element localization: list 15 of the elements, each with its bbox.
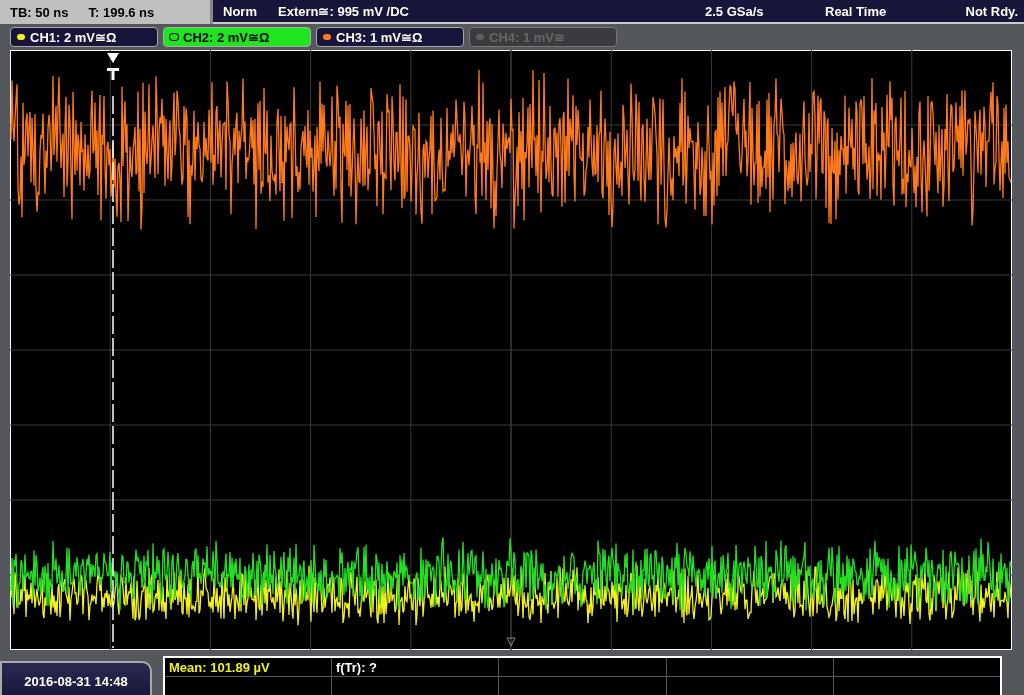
channel-tab[interactable]: CH1: 2 mV≅Ω	[10, 27, 158, 47]
sample-rate-label: 2.5 GSa/s	[705, 3, 765, 19]
trigger-source-label: Extern≅: 995 mV /DC	[278, 3, 410, 19]
trigger-marker-icon	[107, 53, 119, 80]
date-time-tab[interactable]: 2016-08-31 14:48	[0, 661, 152, 695]
measurement-value: f(Tr): ?	[335, 659, 378, 675]
measurement-value: Mean: 101.89 µV	[169, 659, 270, 675]
channel-tab[interactable]: CH2: 2 mV≅Ω	[163, 27, 311, 47]
acquisition-mode-label: Real Time	[825, 3, 888, 19]
channel-tab[interactable]: CH3: 1 mV≅Ω	[316, 27, 464, 47]
timebase-label: TB: 50 ns	[10, 4, 69, 20]
trigger-time-label: T: 199.6 ns	[88, 4, 155, 20]
run-state-label: Not Rdy.	[964, 3, 1019, 19]
ground-marker-icon	[506, 637, 516, 647]
trigger-mode-label: Norm	[223, 3, 258, 19]
